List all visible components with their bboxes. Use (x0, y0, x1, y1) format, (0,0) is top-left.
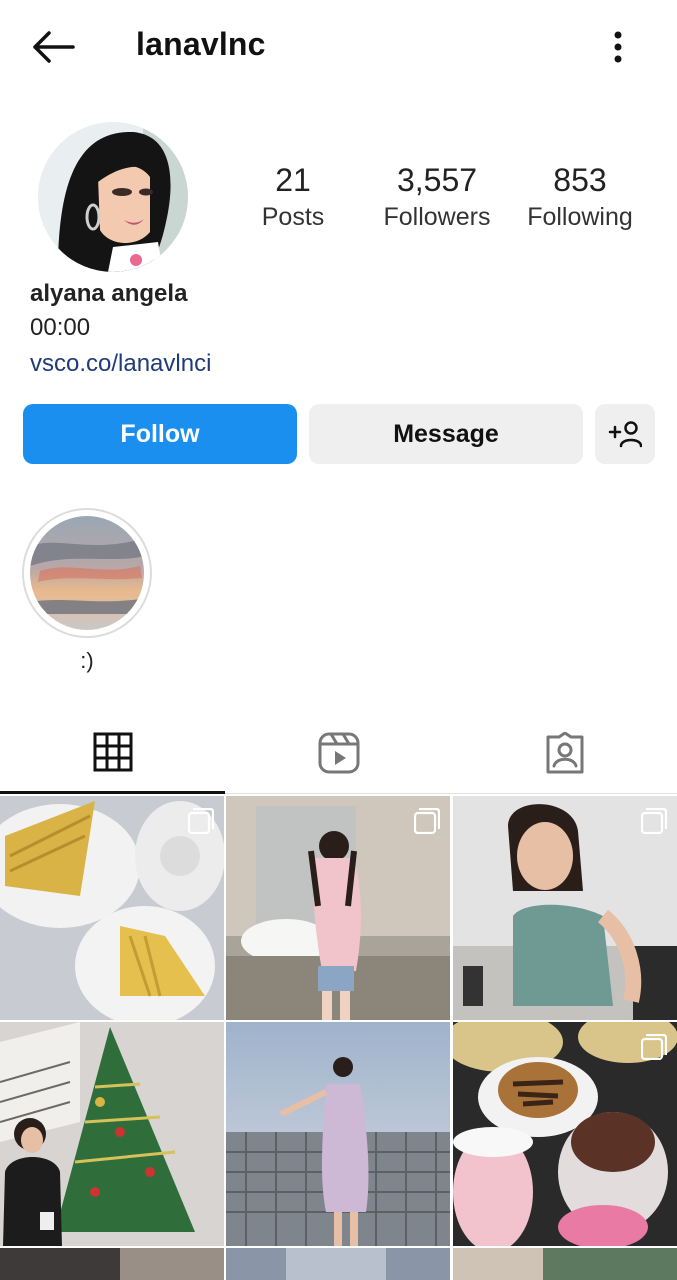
post-thumbnail[interactable] (0, 1248, 224, 1280)
highlight-cover (30, 516, 144, 630)
more-options-button[interactable] (598, 24, 638, 70)
profile-bio: 00:00 (30, 314, 91, 341)
tab-tagged[interactable] (452, 712, 677, 794)
post-thumbnail[interactable] (0, 796, 224, 1020)
post-thumbnail[interactable] (453, 1248, 677, 1280)
following-count[interactable]: 853 Following (515, 160, 645, 234)
profile-link[interactable]: vsco.co/lanavlnci (30, 350, 211, 378)
suggested-users-button[interactable] (595, 404, 655, 464)
followers-count[interactable]: 3,557 Followers (372, 160, 502, 234)
followers-label: Followers (383, 203, 491, 231)
post-thumbnail[interactable] (453, 1022, 677, 1246)
profile-avatar[interactable] (38, 122, 188, 272)
multiple-photos-icon (641, 1034, 667, 1060)
multiple-photos-icon (188, 808, 214, 834)
story-highlight[interactable] (22, 508, 152, 638)
post-thumbnail[interactable] (226, 1022, 450, 1246)
follow-button[interactable]: Follow (23, 404, 297, 464)
profile-username: lanavlnc (136, 26, 266, 62)
grid-icon (93, 732, 132, 771)
multiple-photos-icon (641, 808, 667, 834)
highlight-label: :) (80, 648, 94, 673)
posts-label: Posts (261, 203, 325, 231)
more-vertical-icon (614, 31, 622, 63)
tab-reels[interactable] (226, 712, 451, 794)
tagged-icon (546, 732, 583, 774)
profile-full-name: alyana angela (30, 280, 188, 307)
following-number: 853 (553, 162, 607, 198)
post-thumbnail[interactable] (0, 1022, 224, 1246)
reels-icon (318, 732, 359, 774)
post-thumbnail[interactable] (226, 1248, 450, 1280)
top-bar: lanavlnc (0, 0, 677, 92)
arrow-left-icon (33, 31, 75, 63)
post-thumbnail[interactable] (453, 796, 677, 1020)
multiple-photos-icon (414, 808, 440, 834)
following-label: Following (527, 203, 633, 231)
add-user-icon (608, 421, 642, 448)
back-button[interactable] (28, 24, 78, 70)
profile-tabs (0, 712, 677, 794)
tab-posts-grid[interactable] (0, 712, 225, 794)
followers-number: 3,557 (396, 162, 478, 198)
posts-count[interactable]: 21 Posts (244, 160, 342, 234)
message-button[interactable]: Message (309, 404, 583, 464)
posts-number: 21 (275, 162, 311, 198)
post-thumbnail[interactable] (226, 796, 450, 1020)
